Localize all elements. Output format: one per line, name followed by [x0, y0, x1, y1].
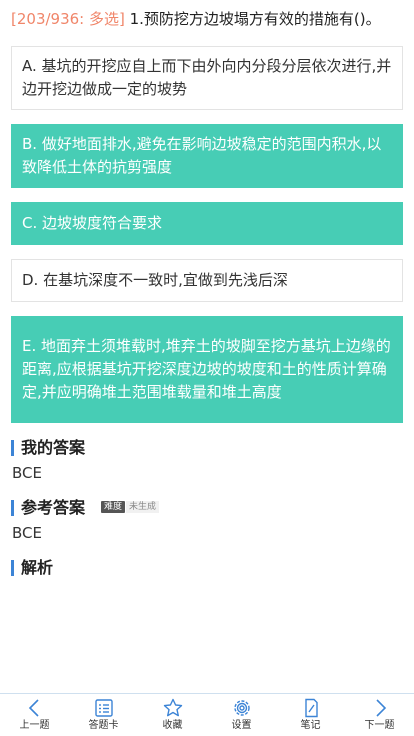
option-e[interactable]: E. 地面弃土须堆载时,堆弃土的坡脚至挖方基坑上边缘的距离,应根据基坑开挖深度边… [11, 316, 403, 423]
note-pen-icon [304, 698, 318, 718]
question-meta: [203/936: 多选] [11, 10, 125, 28]
question-text: 1.预防挖方边坡塌方有效的措施有()。 [124, 10, 381, 28]
chevron-right-icon [375, 699, 386, 717]
star-icon [163, 698, 182, 717]
settings-label: 设置 [231, 720, 252, 731]
section-accent-bar [11, 560, 14, 576]
section-accent-bar [11, 440, 14, 456]
notes-button[interactable]: 笔记 [276, 694, 345, 736]
analysis-title: 解析 [21, 558, 54, 577]
next-question-label: 下一题 [364, 720, 395, 731]
option-b-text: B. 做好地面排水,避免在影响边坡稳定的范围内积水,以致降低土体的抗剪强度 [22, 135, 382, 176]
gear-icon [233, 700, 250, 716]
my-answer-heading: 我的答案 [11, 438, 85, 458]
option-c[interactable]: C. 边坡坡度符合要求 [11, 202, 403, 245]
chevron-left-icon [28, 699, 39, 717]
reference-answer-heading: 参考答案 [11, 498, 85, 518]
option-e-text: E. 地面弃土须堆载时,堆弃土的坡脚至挖方基坑上边缘的距离,应根据基坑开挖深度边… [22, 337, 391, 401]
notes-label: 笔记 [300, 720, 321, 731]
answer-card-label: 答题卡 [88, 720, 119, 731]
option-a[interactable]: A. 基坑的开挖应自上而下由外向内分段分层依次进行,并边开挖边做成一定的坡势 [11, 46, 403, 110]
difficulty-badges: 难度 未生成 [101, 501, 160, 513]
favorite-label: 收藏 [162, 720, 183, 731]
bottom-nav: 上一题 答题卡 收藏 设置 笔记 下一题 [0, 693, 414, 736]
option-c-text: C. 边坡坡度符合要求 [22, 214, 163, 232]
my-answer-value: BCE [12, 464, 42, 482]
next-question-button[interactable]: 下一题 [345, 694, 414, 736]
option-d[interactable]: D. 在基坑深度不一致时,宜做到先浅后深 [11, 259, 403, 302]
analysis-heading: 解析 [11, 558, 53, 578]
difficulty-status-badge: 未生成 [126, 501, 160, 513]
reference-answer-value: BCE [12, 524, 42, 542]
reference-answer-title: 参考答案 [21, 498, 86, 517]
my-answer-title: 我的答案 [21, 438, 86, 457]
section-accent-bar [11, 500, 14, 516]
prev-question-label: 上一题 [19, 720, 50, 731]
favorite-button[interactable]: 收藏 [138, 694, 207, 736]
difficulty-badge: 难度 [101, 501, 126, 513]
question-stem: [203/936: 多选] 1.预防挖方边坡塌方有效的措施有()。 [11, 8, 407, 30]
answer-card-icon [94, 699, 113, 717]
settings-button[interactable]: 设置 [207, 694, 276, 736]
option-a-text: A. 基坑的开挖应自上而下由外向内分段分层依次进行,并边开挖边做成一定的坡势 [22, 57, 392, 98]
answer-card-button[interactable]: 答题卡 [69, 694, 138, 736]
option-d-text: D. 在基坑深度不一致时,宜做到先浅后深 [22, 271, 288, 289]
prev-question-button[interactable]: 上一题 [0, 694, 69, 736]
option-b[interactable]: B. 做好地面排水,避免在影响边坡稳定的范围内积水,以致降低土体的抗剪强度 [11, 124, 403, 188]
